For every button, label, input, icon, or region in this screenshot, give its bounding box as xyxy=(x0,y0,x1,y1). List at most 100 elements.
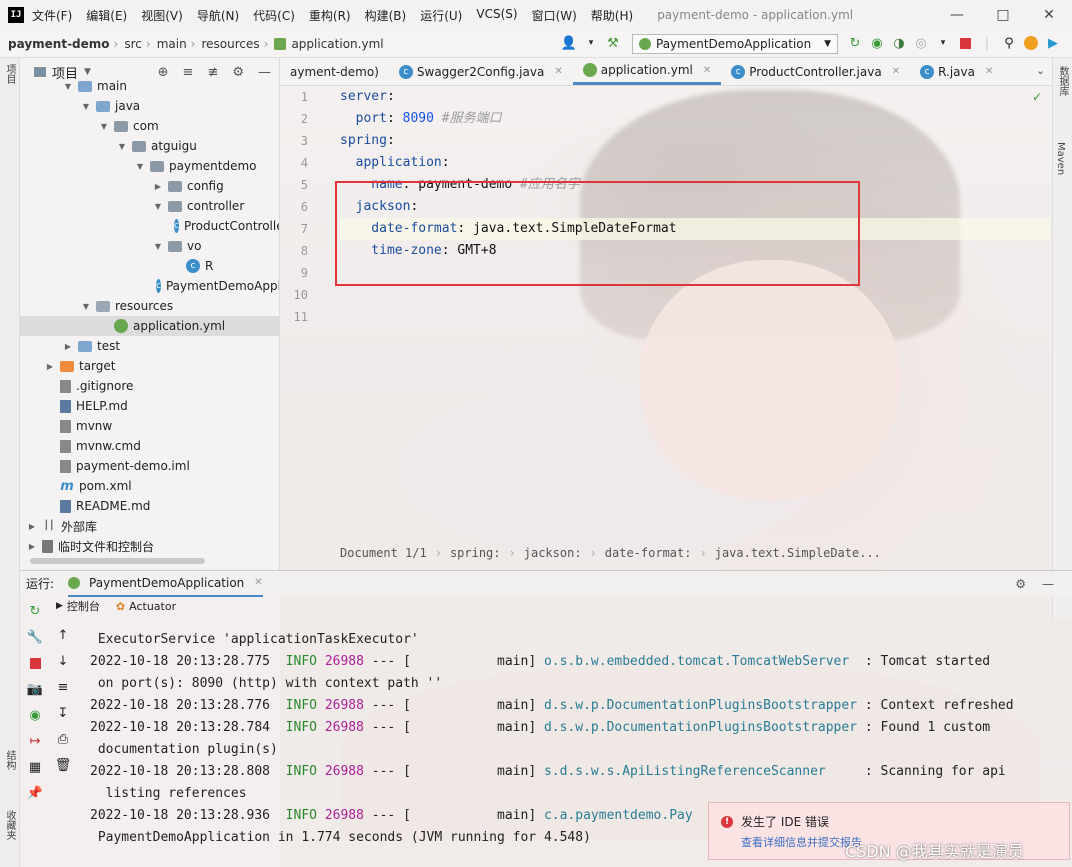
editor-breadcrumb-item[interactable]: jackson: xyxy=(524,546,582,560)
wrench-icon[interactable]: 🔧 xyxy=(26,628,44,646)
tree-item[interactable]: mvnw.cmd xyxy=(20,436,279,456)
tabs-dropdown-icon[interactable]: ⌄ xyxy=(1036,64,1045,77)
menu-item[interactable]: 编辑(E) xyxy=(86,7,127,24)
tree-item[interactable]: ▼ controller xyxy=(20,196,279,216)
menu-item[interactable]: 窗口(W) xyxy=(532,7,577,24)
editor-breadcrumb-item[interactable]: java.text.SimpleDate... xyxy=(715,546,881,560)
editor-breadcrumb-item[interactable]: date-format: xyxy=(605,546,692,560)
tree-item[interactable]: ▼ paymentdemo xyxy=(20,156,279,176)
chevron-right-icon[interactable]: ▶ xyxy=(26,522,38,531)
tree-item[interactable]: ▶ target xyxy=(20,356,279,376)
editor-breadcrumb-item[interactable]: spring: xyxy=(450,546,501,560)
profile-icon[interactable]: ◎ xyxy=(912,34,930,52)
chevron-down-icon[interactable]: ▼ xyxy=(62,82,74,91)
run-tab[interactable]: PaymentDemoApplication ✕ xyxy=(68,571,263,597)
stop-icon[interactable] xyxy=(26,654,44,672)
editor-tab[interactable]: c ProductController.java ✕ xyxy=(721,58,910,85)
breadcrumb-file[interactable]: application.yml xyxy=(291,37,383,51)
editor-breadcrumb-item[interactable]: Document 1/1 xyxy=(340,546,427,560)
tree-item[interactable]: mvnw xyxy=(20,416,279,436)
chevron-down-icon[interactable]: ▼ xyxy=(116,142,128,151)
menu-item[interactable]: 构建(B) xyxy=(365,7,407,24)
tree-item[interactable]: ▼ atguigu xyxy=(20,136,279,156)
build-hammer-icon[interactable]: ⚒ xyxy=(604,34,622,52)
chevron-down-icon[interactable]: ▼ xyxy=(98,122,110,131)
editor-tab[interactable]: application.yml ✕ xyxy=(572,58,722,85)
code-editor[interactable]: 1 2 3 4 5 6 7 8 9 10 11 server: port: 8090 #服务端口 sp… xyxy=(280,86,1052,546)
menu-item[interactable]: 帮助(H) xyxy=(591,7,633,24)
chevron-down-icon[interactable]: ▼ xyxy=(80,302,92,311)
update-icon[interactable] xyxy=(1022,34,1040,52)
close-icon[interactable]: ✕ xyxy=(892,66,900,77)
arrow-down-icon[interactable]: ↓ xyxy=(54,652,72,670)
soft-wrap-icon[interactable]: ≡ xyxy=(54,678,72,696)
tree-item[interactable]: ▶ ┃┃ 外部库 xyxy=(20,516,279,536)
tab-actuator[interactable]: ✿ Actuator xyxy=(116,600,176,613)
code-line[interactable] xyxy=(340,306,1050,328)
tree-item[interactable]: ▼ java xyxy=(20,96,279,116)
editor-tab[interactable]: c Swagger2Config.java ✕ xyxy=(389,58,573,85)
editor-tab[interactable]: c R.java ✕ xyxy=(910,58,1003,85)
maximize-icon[interactable]: □ xyxy=(980,0,1026,30)
menu-item[interactable]: 代码(C) xyxy=(253,7,295,24)
code-line[interactable]: name: payment-demo #应用名字 xyxy=(340,174,1050,196)
tree-item[interactable]: ▼ resources xyxy=(20,296,279,316)
menu-item[interactable]: 文件(F) xyxy=(32,7,72,24)
tree-item[interactable]: application.yml xyxy=(20,316,279,336)
project-tool-button[interactable]: 项目 xyxy=(2,64,17,84)
maven-tool-button[interactable]: Maven xyxy=(1055,142,1066,175)
tree-item[interactable]: ▼ com xyxy=(20,116,279,136)
breadcrumb-src[interactable]: src xyxy=(124,37,142,51)
debug-icon[interactable]: ◉ xyxy=(26,706,44,724)
tree-item[interactable]: cR xyxy=(20,256,279,276)
stop-icon[interactable] xyxy=(956,34,974,52)
tree-item[interactable]: ▼ vo xyxy=(20,236,279,256)
code-line[interactable]: date-format: java.text.SimpleDateFormat xyxy=(340,218,1050,240)
menu-item[interactable]: 运行(U) xyxy=(420,7,462,24)
run-configuration-select[interactable]: PaymentDemoApplication ▼ xyxy=(632,34,838,54)
tree-item[interactable]: payment-demo.iml xyxy=(20,456,279,476)
menu-item[interactable]: 导航(N) xyxy=(197,7,239,24)
horizontal-scrollbar[interactable] xyxy=(30,558,205,564)
breadcrumb-resources[interactable]: resources xyxy=(201,37,259,51)
close-icon[interactable]: ✕ xyxy=(554,66,562,77)
tree-item[interactable]: ▼ main xyxy=(20,76,279,96)
pin-icon[interactable]: 📌 xyxy=(26,784,44,802)
gear-icon[interactable]: ⚙ xyxy=(1015,577,1026,591)
code-line[interactable]: spring: xyxy=(340,130,1050,152)
breadcrumb-main[interactable]: main xyxy=(157,37,187,51)
favorites-tool-button[interactable]: 收藏夹 xyxy=(2,810,17,840)
code-line[interactable]: jackson: xyxy=(340,196,1050,218)
code-line[interactable]: server: xyxy=(340,86,1050,108)
minimize-icon[interactable]: — xyxy=(934,0,980,30)
plugin-icon[interactable]: ▶ xyxy=(1044,34,1062,52)
menu-item[interactable]: 重构(R) xyxy=(309,7,351,24)
editor-tab[interactable]: ayment-demo) xyxy=(280,58,389,85)
tree-item[interactable]: README.md xyxy=(20,496,279,516)
code-line[interactable]: time-zone: GMT+8 xyxy=(340,240,1050,262)
tree-item[interactable]: .gitignore xyxy=(20,376,279,396)
menu-item[interactable]: VCS(S) xyxy=(476,7,517,24)
rerun-icon[interactable]: ↻ xyxy=(846,34,864,52)
layout-icon[interactable]: ▦ xyxy=(26,758,44,776)
rerun-icon[interactable]: ↻ xyxy=(26,602,44,620)
close-icon[interactable]: ✕ xyxy=(985,66,993,77)
scroll-to-end-icon[interactable]: ↧ xyxy=(54,704,72,722)
code-line[interactable] xyxy=(340,284,1050,306)
hide-icon[interactable]: — xyxy=(1042,577,1054,591)
dropdown-icon[interactable]: ▾ xyxy=(582,34,600,52)
code-line[interactable]: application: xyxy=(340,152,1050,174)
tree-item[interactable]: ▶ config xyxy=(20,176,279,196)
search-icon[interactable]: ⚲ xyxy=(1000,34,1018,52)
chevron-down-icon[interactable]: ▼ xyxy=(134,162,146,171)
menu-item[interactable]: 视图(V) xyxy=(141,7,183,24)
tab-console[interactable]: ▶ 控制台 xyxy=(56,598,100,614)
close-icon[interactable]: ✕ xyxy=(254,577,262,588)
tree-item[interactable]: m pom.xml xyxy=(20,476,279,496)
breadcrumb-project[interactable]: payment-demo xyxy=(8,37,110,51)
tree-item[interactable]: ▶ test xyxy=(20,336,279,356)
chevron-down-icon[interactable]: ▼ xyxy=(80,102,92,111)
close-icon[interactable]: ✕ xyxy=(1026,0,1072,30)
close-icon[interactable]: ✕ xyxy=(703,65,711,76)
code-area[interactable]: server: port: 8090 #服务端口 spring: applicat… xyxy=(340,86,1050,328)
